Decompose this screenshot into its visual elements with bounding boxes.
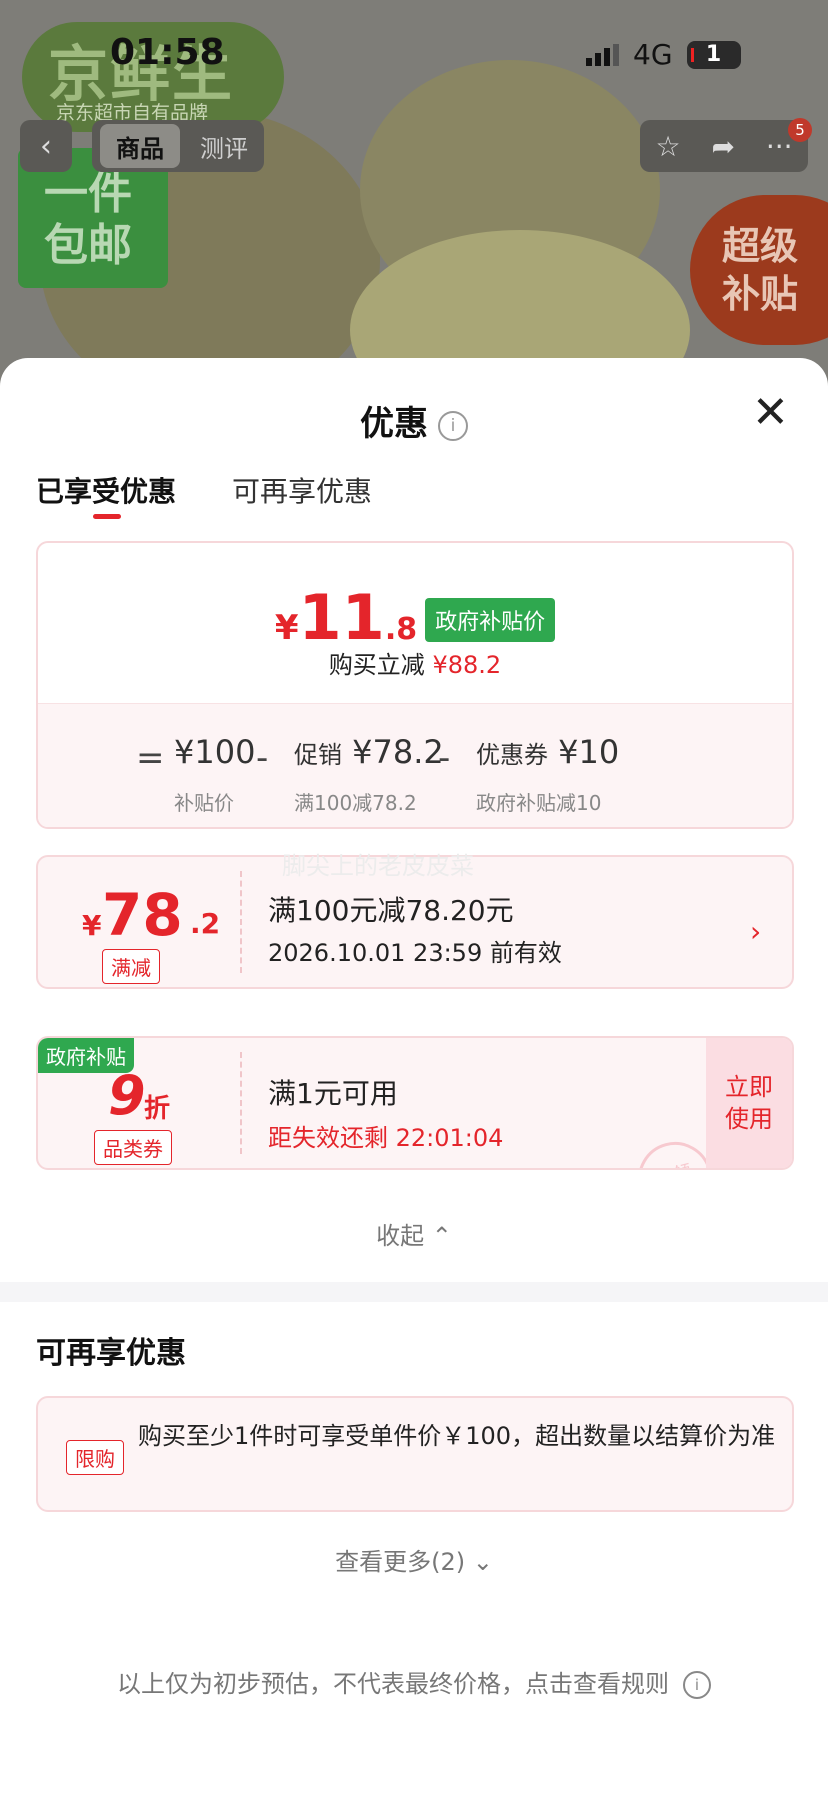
star-icon[interactable]: ☆ bbox=[655, 130, 680, 163]
purchase-limit-card: 限购 购买至少1件时可享受单件价￥100，超出数量以结算价为准 bbox=[36, 1396, 794, 1512]
status-time: 01:58 bbox=[110, 32, 225, 73]
discount-sheet: 优惠 i ✕ 已享受优惠 可再享优惠 ¥11.8 政府补贴价 购买立减 ¥88.2 … bbox=[0, 358, 828, 1795]
tab-review[interactable]: 测评 bbox=[192, 124, 256, 168]
info-icon[interactable]: i bbox=[438, 410, 468, 441]
footer-text: 以上仅为初步预估，不代表最终价格，点击查看规则 bbox=[117, 1670, 669, 1698]
reduce-label: 购买立减 bbox=[328, 651, 425, 679]
coupon-title: 满100元减78.20元 bbox=[268, 894, 514, 927]
base-price: ¥100 bbox=[174, 733, 256, 771]
chevron-down-icon: ⌄ bbox=[472, 1548, 493, 1576]
super-subsidy-text: 超级补贴 bbox=[722, 224, 799, 316]
discount-value: 9 bbox=[108, 1064, 146, 1127]
discount-unit: 折 bbox=[144, 1094, 171, 1124]
category-coupon-card[interactable]: 政府补贴 9 折 品类券 满1元可用 距失效还剩 22:01:04 已领 立即使… bbox=[36, 1036, 794, 1170]
coupon-type-tag: 品类券 bbox=[94, 1130, 172, 1165]
coupon-amount: ¥10 bbox=[558, 733, 620, 771]
collapse-label: 收起 bbox=[376, 1222, 425, 1250]
coupon-divider bbox=[240, 1052, 242, 1154]
coupon-amount-decimal: .2 bbox=[190, 907, 221, 940]
price-summary-card: ¥11.8 政府补贴价 购买立减 ¥88.2 = ¥100 补贴价 - 促销 ¥7… bbox=[36, 541, 794, 829]
coupon-label: 优惠券 bbox=[476, 741, 548, 769]
rules-footer[interactable]: 以上仅为初步预估，不代表最终价格，点击查看规则 i bbox=[0, 1664, 828, 1699]
promo-value: 促销 ¥78.2 bbox=[294, 733, 444, 771]
view-more-label: 查看更多(2) bbox=[335, 1548, 466, 1576]
signal-icon bbox=[586, 43, 619, 66]
top-actions: ☆ ➦ ··· bbox=[640, 120, 808, 172]
free-shipping-text: 一件包邮 bbox=[44, 168, 132, 271]
final-price: ¥11.8 政府补贴价 bbox=[38, 581, 792, 654]
coupon-amount: 78 bbox=[102, 881, 183, 949]
collapse-button[interactable]: 收起 ⌃ bbox=[0, 1216, 828, 1251]
limit-tag: 限购 bbox=[66, 1440, 124, 1475]
tab-more-discounts[interactable]: 可再享优惠 bbox=[232, 470, 372, 510]
price-decimal: .8 bbox=[384, 612, 418, 647]
back-icon[interactable]: ‹ bbox=[20, 120, 72, 172]
instant-reduction: 购买立减 ¥88.2 bbox=[38, 645, 792, 680]
chevron-up-icon: ⌃ bbox=[431, 1222, 452, 1250]
promo-sub: 满100减78.2 bbox=[294, 791, 417, 815]
close-icon[interactable]: ✕ bbox=[752, 388, 789, 438]
promo-amount: ¥78.2 bbox=[352, 733, 444, 771]
network-label: 4G bbox=[633, 38, 673, 71]
coupon-value-area: ¥ 78 .2 满减 bbox=[38, 857, 238, 987]
coupon-condition: 满1元可用 bbox=[268, 1077, 398, 1110]
message-badge: 5 bbox=[788, 118, 812, 142]
coupon-sub: 政府补贴减10 bbox=[476, 791, 602, 815]
active-tab-indicator bbox=[93, 514, 121, 519]
share-icon[interactable]: ➦ bbox=[711, 130, 734, 163]
coupon-countdown: 距失效还剩 22:01:04 bbox=[268, 1124, 504, 1152]
minus-sign: - bbox=[438, 738, 451, 778]
coupon-divider bbox=[240, 871, 242, 973]
base-price-label: 补贴价 bbox=[174, 791, 234, 815]
coupon-value: 优惠券 ¥10 bbox=[476, 733, 619, 771]
reduce-amount: ¥88.2 bbox=[432, 651, 502, 679]
sheet-title: 优惠 i bbox=[0, 396, 828, 445]
coupon-type-tag: 满减 bbox=[102, 949, 160, 984]
tab-goods[interactable]: 商品 bbox=[100, 124, 180, 168]
currency-symbol: ¥ bbox=[274, 608, 299, 648]
minus-sign: - bbox=[256, 738, 269, 778]
watermark-text: 脚尖上的老皮皮菜 bbox=[282, 852, 474, 880]
currency-symbol: ¥ bbox=[82, 909, 102, 942]
limit-description: 购买至少1件时可享受单件价￥100，超出数量以结算价为准 bbox=[138, 1422, 776, 1450]
coupon-validity: 2026.10.01 23:59 前有效 bbox=[268, 939, 562, 967]
view-more-button[interactable]: 查看更多(2) ⌄ bbox=[0, 1542, 828, 1577]
tab-enjoyed-discounts[interactable]: 已享受优惠 bbox=[36, 470, 176, 510]
chevron-right-icon[interactable]: › bbox=[750, 915, 761, 948]
battery-icon: 1 bbox=[686, 40, 741, 69]
coupon-value-area: 政府补贴 9 折 品类券 bbox=[38, 1038, 238, 1168]
use-now-button[interactable]: 立即使用 bbox=[706, 1038, 792, 1168]
sheet-title-text: 优惠 bbox=[360, 404, 428, 444]
promo-label: 促销 bbox=[294, 741, 342, 769]
equals-sign: = bbox=[136, 738, 165, 778]
more-discounts-heading: 可再享优惠 bbox=[36, 1336, 186, 1371]
price-integer: 11 bbox=[298, 581, 385, 654]
gov-subsidy-badge: 政府补贴价 bbox=[425, 598, 556, 642]
info-icon[interactable]: i bbox=[683, 1671, 711, 1699]
use-now-label: 立即使用 bbox=[725, 1073, 773, 1133]
section-separator bbox=[0, 1282, 828, 1302]
status-icons: 4G 1 bbox=[586, 38, 741, 71]
